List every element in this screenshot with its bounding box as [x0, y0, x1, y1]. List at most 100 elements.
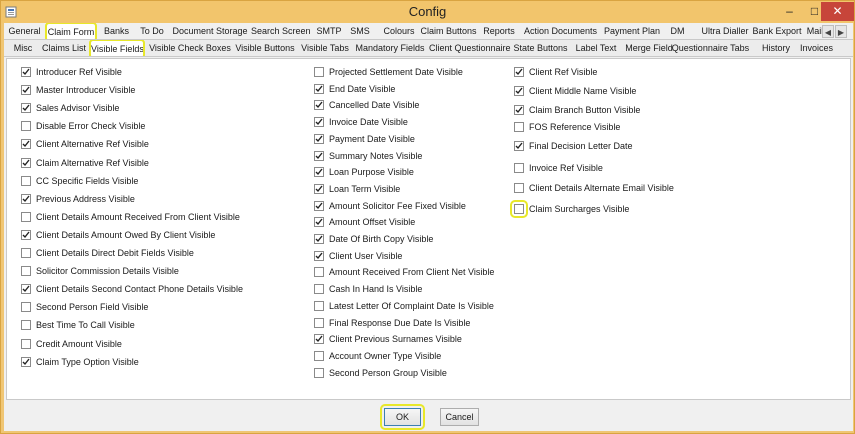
- subtab-visible-tabs[interactable]: Visible Tabs: [299, 40, 351, 56]
- tab-smtp[interactable]: SMTP: [311, 23, 347, 39]
- checkbox-unchecked[interactable]: [314, 284, 324, 294]
- tab-scroll-left-icon[interactable]: ◀: [822, 25, 834, 38]
- tab-banks[interactable]: Banks: [99, 23, 134, 39]
- checkbox-checked[interactable]: [514, 105, 524, 115]
- checkbox-checked[interactable]: [314, 334, 324, 344]
- checkbox-unchecked[interactable]: [314, 301, 324, 311]
- close-button[interactable]: ✕: [821, 2, 854, 21]
- tab-document-storage[interactable]: Document Storage: [171, 23, 249, 39]
- checkbox-label: Summary Notes Visible: [329, 151, 423, 161]
- checkmark-icon: [22, 358, 30, 366]
- tab-action-documents[interactable]: Action Documents: [522, 23, 599, 39]
- checkbox-checked[interactable]: [314, 201, 324, 211]
- checkbox-checked[interactable]: [314, 134, 324, 144]
- subtab-questionnaire-tabs[interactable]: Questionnaire Tabs: [666, 40, 755, 56]
- tab-ultra-dialler[interactable]: Ultra Dialler: [697, 23, 753, 39]
- visible-fields-panel: Introducer Ref Visible Master Introducer …: [6, 58, 851, 400]
- subtab-mandatory-fields[interactable]: Mandatory Fields: [354, 40, 426, 56]
- checkbox-checked[interactable]: [314, 84, 324, 94]
- checkbox-checked[interactable]: [21, 85, 31, 95]
- checkbox-checked[interactable]: [514, 141, 524, 151]
- checkbox-unchecked[interactable]: [514, 122, 524, 132]
- subtab-visible-buttons[interactable]: Visible Buttons: [233, 40, 297, 56]
- checkbox-checked[interactable]: [21, 158, 31, 168]
- checkbox-checked[interactable]: [314, 151, 324, 161]
- ok-button[interactable]: OK: [384, 408, 421, 426]
- tab-search-screen[interactable]: Search Screen: [251, 23, 311, 39]
- checkbox-unchecked[interactable]: [21, 248, 31, 258]
- checkbox-unchecked[interactable]: [21, 212, 31, 222]
- checkbox-label: Final Decision Letter Date: [529, 141, 633, 151]
- checkbox-checked[interactable]: [21, 67, 31, 77]
- subtab-client-questionnaire[interactable]: Client Questionnaire: [429, 40, 511, 56]
- subtab-claims-list[interactable]: Claims List: [41, 40, 87, 56]
- checkbox-unchecked[interactable]: [314, 318, 324, 328]
- checkbox-checked[interactable]: [21, 103, 31, 113]
- subtab-invoices[interactable]: Invoices: [799, 40, 834, 56]
- checkbox-unchecked[interactable]: [21, 176, 31, 186]
- checkmark-icon: [515, 106, 523, 114]
- checkmark-icon: [22, 104, 30, 112]
- checkmark-icon: [315, 218, 323, 226]
- checkbox-unchecked[interactable]: [314, 267, 324, 277]
- checkmark-icon: [22, 140, 30, 148]
- subtab-label-text[interactable]: Label Text: [574, 40, 618, 56]
- checkmark-icon: [315, 235, 323, 243]
- checkmark-icon: [515, 142, 523, 150]
- checkbox-checked[interactable]: [21, 194, 31, 204]
- checkbox-unchecked[interactable]: [514, 163, 524, 173]
- subtab-history[interactable]: History: [759, 40, 793, 56]
- checkbox-checked[interactable]: [314, 100, 324, 110]
- checkbox-checked[interactable]: [21, 139, 31, 149]
- tab-reports[interactable]: Reports: [481, 23, 517, 39]
- tab-general[interactable]: General: [7, 23, 42, 39]
- checkbox-unchecked[interactable]: [314, 351, 324, 361]
- tab-sms[interactable]: SMS: [349, 23, 371, 39]
- tab-scroll-right-icon[interactable]: ▶: [835, 25, 847, 38]
- cancel-button[interactable]: Cancel: [440, 408, 479, 426]
- subtab-visible-check-boxes[interactable]: Visible Check Boxes: [149, 40, 231, 56]
- checkbox-label: Second Person Group Visible: [329, 368, 447, 378]
- tab-bank-export[interactable]: Bank Export: [752, 23, 802, 39]
- checkbox-checked[interactable]: [314, 251, 324, 261]
- checkmark-icon: [515, 68, 523, 76]
- subtab-visible-fields[interactable]: Visible Fields: [89, 40, 145, 56]
- tab-dm[interactable]: DM: [665, 23, 690, 39]
- checkbox-checked[interactable]: [21, 230, 31, 240]
- checkbox-checked[interactable]: [314, 167, 324, 177]
- checkbox-unchecked[interactable]: [314, 368, 324, 378]
- checkbox-unchecked[interactable]: [21, 266, 31, 276]
- checkbox-unchecked[interactable]: [514, 183, 524, 193]
- checkbox-label: Second Person Field Visible: [36, 302, 149, 312]
- checkbox-unchecked[interactable]: [21, 302, 31, 312]
- checkbox-unchecked[interactable]: [21, 121, 31, 131]
- title-bar[interactable]: Config – □ ✕: [1, 1, 854, 23]
- tab-claim-buttons[interactable]: Claim Buttons: [420, 23, 477, 39]
- checkbox-unchecked[interactable]: [314, 67, 324, 77]
- checkbox-label: Client User Visible: [329, 251, 403, 261]
- tab-claim-form[interactable]: Claim Form: [45, 23, 97, 39]
- checkbox-label: Sales Advisor Visible: [36, 103, 120, 113]
- checkbox-checked[interactable]: [514, 67, 524, 77]
- checkmark-icon: [515, 87, 523, 95]
- tab-payment-plan[interactable]: Payment Plan: [603, 23, 661, 39]
- subtab-misc[interactable]: Misc: [9, 40, 37, 56]
- subtab-state-buttons[interactable]: State Buttons: [513, 40, 568, 56]
- checkmark-icon: [22, 285, 30, 293]
- checkmark-icon: [315, 135, 323, 143]
- tab-to-do[interactable]: To Do: [135, 23, 169, 39]
- checkbox-checked[interactable]: [314, 217, 324, 227]
- checkbox-unchecked[interactable]: [21, 320, 31, 330]
- checkbox-checked[interactable]: [314, 234, 324, 244]
- checkbox-label: Master Introducer Visible: [36, 85, 136, 95]
- tab-colours[interactable]: Colours: [380, 23, 418, 39]
- checkbox-unchecked[interactable]: [21, 339, 31, 349]
- minimize-button[interactable]: –: [777, 2, 802, 21]
- checkbox-checked[interactable]: [514, 86, 524, 96]
- checkbox-checked[interactable]: [314, 117, 324, 127]
- checkbox-checked[interactable]: [314, 184, 324, 194]
- checkmark-icon: [315, 101, 323, 109]
- checkbox-checked[interactable]: [21, 357, 31, 367]
- checkbox-checked[interactable]: [21, 284, 31, 294]
- checkbox-label: Client Middle Name Visible: [529, 86, 637, 96]
